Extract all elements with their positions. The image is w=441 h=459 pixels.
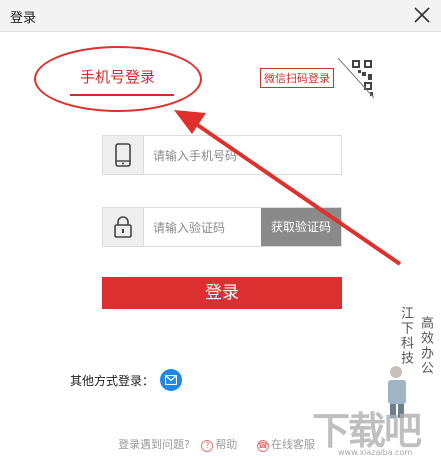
watermark-brand-line2: 高效办公 (418, 316, 433, 376)
code-input[interactable] (151, 217, 265, 239)
get-code-button[interactable]: 获取验证码 (261, 208, 341, 246)
login-problem-text: 登录遇到问题? (118, 438, 190, 451)
mail-icon (165, 375, 177, 385)
code-field: 获取验证码 (102, 207, 342, 247)
question-icon: ? (201, 440, 214, 452)
lock-icon-box (103, 208, 144, 246)
qr-code-icon[interactable] (338, 58, 374, 98)
phone-input[interactable] (151, 145, 305, 167)
window-title: 登录 (10, 11, 37, 26)
footer: 登录遇到问题? ? 帮助 ☎ 在线客服 (118, 436, 331, 452)
watermark-brand-line1: 江下科技 (398, 306, 413, 366)
mobile-phone-icon (115, 143, 131, 167)
tab-active-underline (70, 94, 174, 96)
wechat-login-button[interactable]: 微信扫码登录 (260, 68, 334, 88)
headset-icon: ☎ (256, 440, 269, 452)
tab-phone-login[interactable]: 手机号登录 (80, 66, 155, 87)
watermark-site-url: www.xiazaiba.com (338, 448, 413, 457)
watermark-site-logo: 下载吧 (312, 409, 422, 453)
login-button[interactable]: 登录 (102, 277, 342, 309)
phone-field (102, 135, 342, 175)
email-login-button[interactable] (160, 369, 182, 391)
title-bar: 登录 (0, 0, 441, 32)
other-login-label: 其他方式登录： (70, 374, 155, 388)
help-link[interactable]: ? 帮助 (201, 438, 245, 452)
close-icon[interactable] (413, 6, 431, 24)
phone-icon-box (103, 136, 144, 174)
lock-icon (114, 216, 132, 238)
